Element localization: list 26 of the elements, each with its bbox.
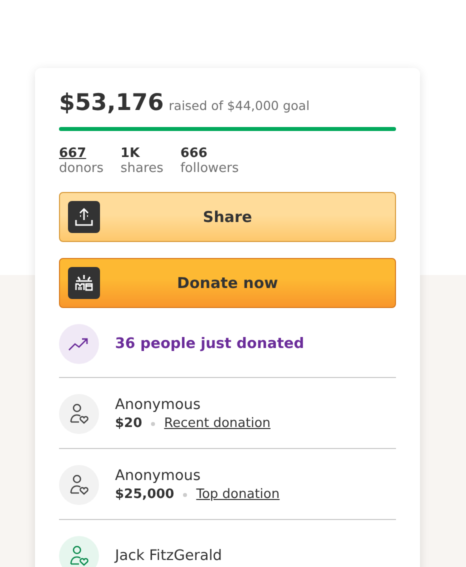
donation-tag-link[interactable]: Top donation xyxy=(196,487,280,502)
donation-tag-link[interactable]: Recent donation xyxy=(164,416,271,431)
trend-up-icon xyxy=(68,337,90,351)
person-heart-icon xyxy=(69,474,89,496)
person-heart-icon xyxy=(69,403,89,425)
separator-dot xyxy=(183,492,188,496)
stat-value[interactable]: 667 xyxy=(59,146,104,161)
goal-text: raised of $44,000 goal xyxy=(168,98,310,113)
stat-label: donors xyxy=(59,161,104,176)
person-heart-icon xyxy=(69,545,89,567)
stat-label: shares xyxy=(120,161,164,176)
raised-amount: $53,176 xyxy=(59,90,164,116)
logo-icon xyxy=(73,274,95,292)
donation-trend-text: 36 people just donated xyxy=(115,336,304,352)
share-button[interactable]: Share xyxy=(59,192,396,242)
donor-name: Anonymous xyxy=(115,397,202,413)
separator-dot xyxy=(151,422,156,426)
stat-value: 666 xyxy=(180,146,208,161)
donation-amount: $20 xyxy=(115,416,142,431)
stat-label: followers xyxy=(180,161,239,176)
stat-value: 1K xyxy=(120,146,141,161)
donor-name: Anonymous xyxy=(115,468,202,484)
donation-amount: $25,000 xyxy=(115,487,174,502)
share-icon xyxy=(74,207,94,227)
donor-name: Jack FitzGerald xyxy=(115,548,222,564)
donate-button[interactable]: Donate now xyxy=(59,258,396,308)
